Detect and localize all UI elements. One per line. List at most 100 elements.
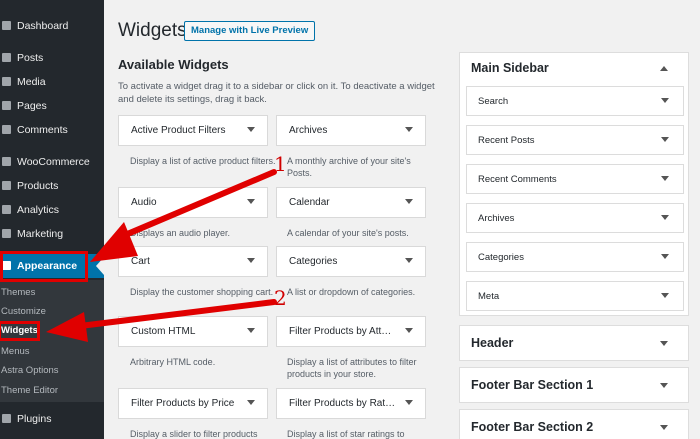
pages-icon [2, 101, 11, 110]
caret-down-icon [405, 258, 413, 263]
menu-comments[interactable]: Comments [0, 118, 104, 142]
submenu-customize[interactable]: Customize [0, 303, 46, 321]
dashboard-icon [2, 21, 11, 30]
plugins-icon [2, 414, 11, 423]
sidebar-widget-archives[interactable]: Archives [466, 203, 684, 233]
available-widgets-title: Available Widgets [118, 57, 229, 72]
sidebar-widget-label: Archives [478, 213, 515, 224]
widget-description: Display a slider to filter products [130, 429, 258, 439]
widget-label: Audio [131, 197, 157, 208]
menu-label: Posts [17, 52, 44, 64]
submenu-astra-options[interactable]: Astra Options [0, 362, 59, 380]
available-widgets-description: To activate a widget drag it to a sideba… [118, 81, 435, 105]
menu-media[interactable]: Media [0, 70, 104, 94]
widget-active-product-filters[interactable]: Active Product Filters [118, 115, 268, 146]
menu-label: Products [17, 180, 59, 192]
widget-filter-products-by-attribute[interactable]: Filter Products by Att… [276, 316, 426, 347]
widget-description: Display a list of attributes to filter p… [287, 357, 417, 379]
caret-down-icon [660, 341, 668, 346]
caret-up-icon[interactable] [660, 66, 668, 71]
widget-area-header[interactable]: Header [459, 325, 689, 361]
menu-plugins[interactable]: Plugins [0, 407, 104, 431]
menu-marketing[interactable]: Marketing [0, 222, 104, 246]
widget-label: Filter Products by Rat… [289, 398, 396, 409]
sidebar-widget-label: Recent Comments [478, 174, 557, 185]
widget-label: Categories [289, 256, 338, 267]
caret-down-icon [405, 400, 413, 405]
caret-down-icon [405, 127, 413, 132]
posts-icon [2, 53, 11, 62]
menu-label: WooCommerce [17, 156, 90, 168]
media-icon [2, 77, 11, 86]
active-menu-notch [96, 257, 104, 275]
caret-down-icon [247, 199, 255, 204]
submenu-menus[interactable]: Menus [0, 343, 30, 361]
menu-label: Comments [17, 124, 68, 136]
sidebar-widget-label: Search [478, 96, 509, 107]
live-preview-button[interactable]: Manage with Live Preview [184, 21, 316, 41]
widget-area-footer-bar-2[interactable]: Footer Bar Section 2 [459, 409, 689, 439]
annotation-number-2: 2 [274, 286, 287, 310]
menu-label: Pages [17, 100, 47, 112]
widget-description: A list or dropdown of categories. [287, 287, 416, 297]
caret-down-icon [405, 199, 413, 204]
widget-filter-products-by-rating[interactable]: Filter Products by Rat… [276, 388, 426, 419]
menu-label: Appearance [17, 260, 78, 272]
widget-description: A monthly archive of your site's Posts. [287, 156, 411, 178]
sidebar-widget-label: Meta [478, 291, 500, 302]
widget-categories[interactable]: Categories [276, 246, 426, 277]
widget-description: Display the customer shopping cart. [130, 287, 274, 297]
sidebar-widget-recent-posts[interactable]: Recent Posts [466, 125, 684, 155]
widget-label: Cart [131, 256, 150, 267]
menu-analytics[interactable]: Analytics [0, 198, 104, 222]
menu-appearance[interactable]: Appearance [0, 254, 104, 278]
menu-products[interactable]: Products [0, 174, 104, 198]
menu-label: Dashboard [17, 20, 69, 32]
caret-down-icon [661, 137, 669, 142]
submenu-widgets[interactable]: Widgets [0, 322, 38, 340]
submenu-themes[interactable]: Themes [0, 284, 35, 302]
caret-down-icon [247, 328, 255, 333]
menu-posts[interactable]: Posts [0, 46, 104, 70]
widget-label: Filter Products by Price [131, 398, 235, 409]
appearance-icon [2, 261, 11, 270]
widget-filter-products-by-price[interactable]: Filter Products by Price [118, 388, 268, 419]
menu-woocommerce[interactable]: WooCommerce [0, 150, 104, 174]
analytics-icon [2, 205, 11, 214]
widget-label: Active Product Filters [131, 125, 226, 136]
widget-label: Custom HTML [131, 326, 196, 337]
widget-cart[interactable]: Cart [118, 246, 268, 277]
woocommerce-icon [2, 157, 11, 166]
menu-dashboard[interactable]: Dashboard [0, 14, 104, 38]
widget-description: A calendar of your site's posts. [287, 228, 409, 238]
caret-down-icon [661, 215, 669, 220]
widget-audio[interactable]: Audio [118, 187, 268, 218]
main-sidebar-title: Main Sidebar [471, 61, 549, 75]
menu-label: Media [17, 76, 46, 88]
menu-label: Analytics [17, 204, 60, 216]
caret-down-icon [661, 293, 669, 298]
widget-description: Display a list of star ratings to [287, 429, 405, 439]
marketing-icon [2, 229, 11, 238]
widget-calendar[interactable]: Calendar [276, 187, 426, 218]
menu-pages[interactable]: Pages [0, 94, 104, 118]
widget-area-title: Footer Bar Section 2 [471, 420, 594, 434]
widget-archives[interactable]: Archives [276, 115, 426, 146]
main-sidebar-area: Main Sidebar Search Recent Posts Recent … [459, 52, 689, 316]
caret-down-icon [247, 258, 255, 263]
widget-custom-html[interactable]: Custom HTML [118, 316, 268, 347]
caret-down-icon [247, 400, 255, 405]
sidebar-widget-meta[interactable]: Meta [466, 281, 684, 311]
widget-label: Archives [289, 125, 328, 136]
sidebar-widget-search[interactable]: Search [466, 86, 684, 116]
sidebar-widget-categories[interactable]: Categories [466, 242, 684, 272]
caret-down-icon [661, 98, 669, 103]
admin-sidebar: Dashboard Posts Media Pages Comments Woo… [0, 0, 104, 439]
widget-area-title: Header [471, 336, 514, 350]
sidebar-widget-recent-comments[interactable]: Recent Comments [466, 164, 684, 194]
comments-icon [2, 125, 11, 134]
submenu-theme-editor[interactable]: Theme Editor [0, 382, 58, 400]
caret-down-icon [661, 176, 669, 181]
widget-area-footer-bar-1[interactable]: Footer Bar Section 1 [459, 367, 689, 403]
widget-label: Filter Products by Att… [289, 326, 392, 337]
